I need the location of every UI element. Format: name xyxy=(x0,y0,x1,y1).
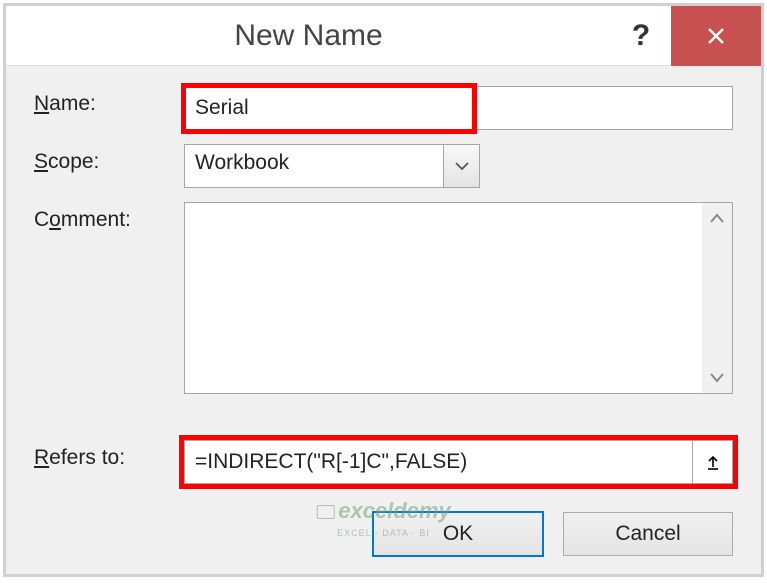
comment-label: Comment: xyxy=(34,202,184,232)
dialog-title: New Name xyxy=(6,19,611,53)
comment-textarea[interactable] xyxy=(185,203,702,393)
name-label: Name: xyxy=(34,86,184,116)
cancel-button[interactable]: Cancel xyxy=(563,512,733,556)
new-name-dialog: New Name ? Name: Scope: Workbook xyxy=(6,6,761,574)
close-button[interactable] xyxy=(671,6,761,66)
titlebar: New Name ? xyxy=(6,6,761,66)
scope-value: Workbook xyxy=(185,145,443,187)
refers-row: Refers to: xyxy=(34,440,733,484)
name-row: Name: xyxy=(34,86,733,130)
button-row: OK Cancel xyxy=(34,512,733,556)
scope-combobox[interactable]: Workbook xyxy=(184,144,480,188)
chevron-down-icon xyxy=(455,161,469,171)
scope-dropdown-button[interactable] xyxy=(443,145,479,187)
scope-label: Scope: xyxy=(34,144,184,174)
scroll-up-icon xyxy=(707,209,727,229)
scope-row: Scope: Workbook xyxy=(34,144,733,188)
refers-label: Refers to: xyxy=(34,440,184,470)
refers-to-input[interactable] xyxy=(185,441,692,483)
collapse-icon xyxy=(705,454,721,470)
scroll-down-icon xyxy=(707,367,727,387)
name-input[interactable] xyxy=(184,86,733,130)
collapse-dialog-button[interactable] xyxy=(692,441,732,483)
dialog-body: Name: Scope: Workbook Comment: xyxy=(6,66,761,574)
help-button[interactable]: ? xyxy=(611,6,671,66)
comment-row: Comment: xyxy=(34,202,733,426)
comment-scrollbar[interactable] xyxy=(702,203,732,393)
ok-button[interactable]: OK xyxy=(373,512,543,556)
close-icon xyxy=(706,26,726,46)
